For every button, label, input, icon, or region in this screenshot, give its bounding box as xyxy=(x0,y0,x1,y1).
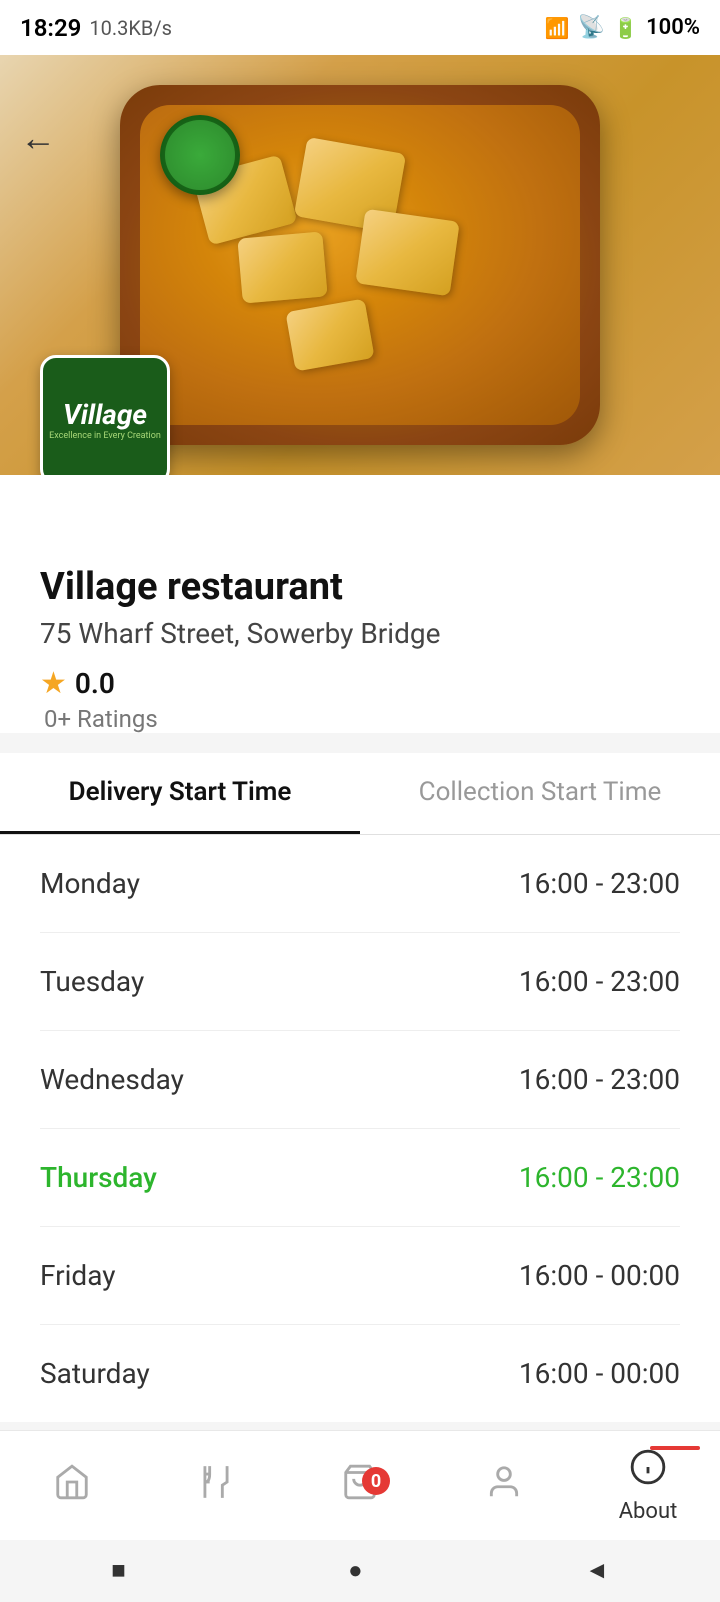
status-left: 18:29 10.3KB/s xyxy=(20,14,172,42)
nav-item-restaurant[interactable] xyxy=(144,1463,288,1508)
about-label: About xyxy=(619,1499,678,1524)
day-wednesday: Wednesday xyxy=(40,1063,184,1096)
android-back-btn[interactable]: ◄ xyxy=(585,1556,609,1585)
nav-item-profile[interactable] xyxy=(432,1463,576,1508)
info-card: Village restaurant 75 Wharf Street, Sowe… xyxy=(0,475,720,733)
hero-image: ← Village Excellence in Every Creation xyxy=(0,55,720,475)
restaurant-address: 75 Wharf Street, Sowerby Bridge xyxy=(40,617,680,650)
paneer-4 xyxy=(355,209,460,296)
dish-bowl xyxy=(120,85,600,445)
day-saturday: Saturday xyxy=(40,1357,150,1390)
home-icon xyxy=(53,1463,91,1508)
time-display: 18:29 xyxy=(20,14,81,42)
signal-icon: 📶 xyxy=(545,16,570,40)
logo-village-text: Village xyxy=(63,398,147,431)
tab-delivery[interactable]: Delivery Start Time xyxy=(0,753,360,834)
android-nav: ■ ● ◄ xyxy=(0,1540,720,1600)
profile-icon xyxy=(485,1463,523,1508)
schedule-row-saturday: Saturday 16:00 - 00:00 xyxy=(40,1325,680,1422)
nav-item-cart[interactable]: 0 xyxy=(288,1463,432,1508)
schedule-row-thursday: Thursday 16:00 - 23:00 xyxy=(40,1129,680,1227)
schedule-row-wednesday: Wednesday 16:00 - 23:00 xyxy=(40,1031,680,1129)
cart-badge: 0 xyxy=(362,1467,390,1495)
rating-count: 0+ Ratings xyxy=(44,705,680,733)
back-button[interactable]: ← xyxy=(20,120,56,156)
hours-saturday: 16:00 - 00:00 xyxy=(519,1357,680,1390)
schedule-row-monday: Monday 16:00 - 23:00 xyxy=(40,835,680,933)
star-icon: ★ xyxy=(40,666,67,701)
android-square-btn[interactable]: ■ xyxy=(111,1556,126,1585)
cutlery-icon xyxy=(197,1463,235,1508)
logo-sub-text: Excellence in Every Creation xyxy=(45,431,165,442)
restaurant-name: Village restaurant xyxy=(40,565,680,609)
tabs-container: Delivery Start Time Collection Start Tim… xyxy=(0,753,720,835)
day-friday: Friday xyxy=(40,1259,115,1292)
status-right: 📶 📡 🔋 100% xyxy=(545,15,700,40)
hours-monday: 16:00 - 23:00 xyxy=(519,867,680,900)
restaurant-logo: Village Excellence in Every Creation xyxy=(40,355,170,475)
day-thursday: Thursday xyxy=(40,1161,157,1194)
android-circle-btn[interactable]: ● xyxy=(348,1556,363,1585)
hours-wednesday: 16:00 - 23:00 xyxy=(519,1063,680,1096)
schedule-container: Monday 16:00 - 23:00 Tuesday 16:00 - 23:… xyxy=(0,835,720,1422)
battery-icon: 🔋 xyxy=(613,16,638,40)
schedule-row-tuesday: Tuesday 16:00 - 23:00 xyxy=(40,933,680,1031)
wifi-icon: 📡 xyxy=(578,15,605,40)
hours-friday: 16:00 - 00:00 xyxy=(519,1259,680,1292)
rating-row: ★ 0.0 xyxy=(40,666,680,701)
about-icon xyxy=(629,1448,667,1493)
bottom-nav: 0 About xyxy=(0,1430,720,1540)
schedule-row-friday: Friday 16:00 - 00:00 xyxy=(40,1227,680,1325)
hours-thursday: 16:00 - 23:00 xyxy=(519,1161,680,1194)
hours-tuesday: 16:00 - 23:00 xyxy=(519,965,680,998)
herb-garnish xyxy=(160,115,240,195)
nav-item-home[interactable] xyxy=(0,1463,144,1508)
tab-collection[interactable]: Collection Start Time xyxy=(360,753,720,834)
rating-value: 0.0 xyxy=(75,667,115,700)
paneer-3 xyxy=(237,231,327,303)
day-monday: Monday xyxy=(40,867,140,900)
speed-display: 10.3KB/s xyxy=(89,16,172,40)
day-tuesday: Tuesday xyxy=(40,965,144,998)
battery-percent: 100% xyxy=(646,15,700,40)
status-bar: 18:29 10.3KB/s 📶 📡 🔋 100% xyxy=(0,0,720,55)
nav-item-about[interactable]: About xyxy=(576,1448,720,1524)
